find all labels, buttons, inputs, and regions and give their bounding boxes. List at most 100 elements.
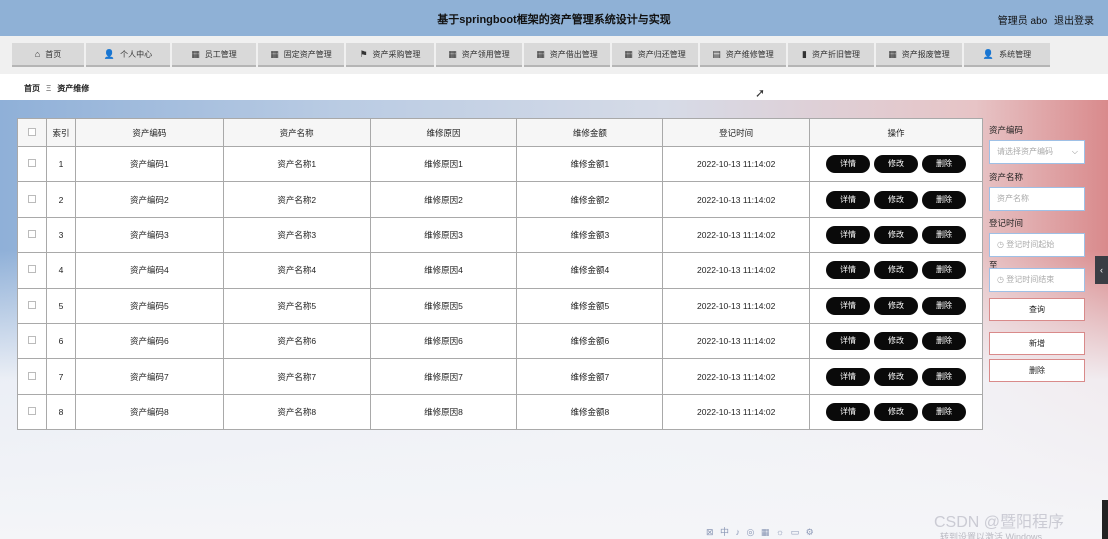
grid-icon: ▦ (270, 48, 279, 59)
cell-index: 2 (45, 181, 76, 218)
cell-amount: 维修金额4 (516, 252, 664, 289)
top-header: 基于springboot框架的资产管理系统设计与实现 管理员 abo 退出登录 (0, 0, 1108, 36)
delete-button[interactable]: 删除 (922, 402, 967, 421)
nav-item-0[interactable]: ⌂ 首页 (12, 43, 84, 67)
cell-name: 资产名称3 (222, 216, 371, 254)
delete-button[interactable]: 删除 (922, 261, 967, 280)
query-button[interactable]: 查询 (989, 298, 1085, 321)
nav-list: ⌂ 首页 👤 个人中心 ▦ 员工管理 ▦ 固定资产管理 ⚑ 资产采购管理 ▦ 资产领用管理 ▦ 资产借出管… (12, 43, 1052, 67)
table-row: 1 资产编码1 资产名称1 维修原因1 维修金额1 2022-10-13 11:14:02… (17, 145, 983, 183)
grid-icon: ▦ (888, 48, 897, 59)
detail-button[interactable]: 详情 (826, 402, 871, 421)
cell-amount: 维修金额2 (516, 181, 664, 218)
panel-toggle-handle[interactable]: ‹ (1095, 256, 1108, 284)
nav-item-7[interactable]: ▦ 资产归还管理 (612, 43, 698, 67)
cell-name: 资产名称6 (222, 322, 371, 360)
nav-item-1[interactable]: 👤 个人中心 (86, 43, 170, 67)
row-checkbox[interactable] (27, 406, 36, 415)
row-checkbox[interactable] (27, 229, 36, 238)
cell-index: 1 (45, 145, 76, 183)
breadcrumb-home[interactable]: 首页 (24, 84, 40, 93)
row-checkbox[interactable] (27, 300, 36, 309)
row-checkbox[interactable] (27, 265, 36, 274)
nav-item-8[interactable]: ▤ 资产维修管理 (700, 43, 786, 67)
cell-name: 资产名称4 (222, 252, 371, 289)
delete-button[interactable]: 删除 (922, 332, 967, 351)
edit-button[interactable]: 修改 (874, 402, 919, 421)
edit-button[interactable]: 修改 (874, 190, 919, 209)
delete-button[interactable]: 删除 (922, 155, 967, 174)
grid-icon: ▦ (191, 48, 200, 59)
nav-item-6[interactable]: ▦ 资产借出管理 (524, 43, 610, 67)
home-icon: ⌂ (34, 49, 41, 59)
column-header-reason: 维修原因 (369, 118, 518, 147)
select-all-checkbox[interactable] (27, 127, 36, 136)
nav-item-label: 资产报废管理 (901, 49, 950, 59)
row-select-cell (17, 252, 47, 289)
detail-button[interactable]: 详情 (826, 296, 871, 315)
detail-button[interactable]: 详情 (826, 155, 871, 174)
activate-windows-text: 转到设置以激活 Windows (940, 532, 1043, 539)
nav-item-2[interactable]: ▦ 员工管理 (172, 43, 256, 67)
cell-code: 资产编码2 (74, 181, 224, 218)
nav-item-5[interactable]: ▦ 资产领用管理 (436, 43, 522, 67)
cell-code: 资产编码6 (74, 322, 224, 360)
cell-name: 资产名称2 (222, 181, 371, 218)
row-checkbox[interactable] (27, 336, 36, 345)
row-select-cell (17, 216, 47, 254)
cell-time: 2022-10-13 11:14:02 (662, 145, 811, 183)
nav-item-10[interactable]: ▦ 资产报废管理 (876, 43, 962, 67)
logout-link[interactable]: 退出登录 (1054, 16, 1094, 27)
edit-button[interactable]: 修改 (874, 332, 919, 351)
asset-code-select[interactable]: 请选择资产编码 ⌵ (989, 140, 1085, 164)
user-area: 管理员 abo 退出登录 (994, 12, 1094, 27)
nav-item-label: 系统管理 (999, 49, 1032, 59)
row-checkbox[interactable] (27, 159, 36, 168)
row-checkbox[interactable] (27, 371, 36, 380)
detail-button[interactable]: 详情 (826, 261, 871, 280)
detail-button[interactable]: 详情 (826, 190, 871, 209)
table-row: 6 资产编码6 资产名称6 维修原因6 维修金额6 2022-10-13 11:14:02… (17, 322, 983, 360)
detail-button[interactable]: 详情 (826, 332, 871, 351)
cell-reason: 维修原因6 (369, 322, 518, 360)
edit-button[interactable]: 修改 (874, 296, 919, 315)
clock-icon: ◷ (997, 275, 1004, 284)
delete-button[interactable]: 删除 (922, 190, 967, 209)
delete-button[interactable]: 删除 (922, 296, 967, 315)
cell-index: 5 (45, 287, 76, 324)
time-end-input[interactable]: ◷ 登记时间结束 (989, 268, 1085, 292)
asset-name-placeholder: 资产名称 (997, 194, 1029, 203)
nav-item-3[interactable]: ▦ 固定资产管理 (258, 43, 344, 67)
window-edge-bar (1102, 500, 1108, 539)
main-nav: ⌂ 首页 👤 个人中心 ▦ 员工管理 ▦ 固定资产管理 ⚑ 资产采购管理 ▦ 资产领用管理 ▦ 资产借出管… (0, 36, 1108, 74)
edit-button[interactable]: 修改 (874, 225, 919, 244)
cell-reason: 维修原因1 (369, 145, 518, 183)
row-checkbox[interactable] (27, 194, 36, 203)
delete-button[interactable]: 删除 (922, 225, 967, 244)
cell-amount: 维修金额7 (516, 358, 664, 395)
clipboard-icon: ▤ (712, 48, 721, 59)
nav-item-4[interactable]: ⚑ 资产采购管理 (346, 43, 434, 67)
detail-button[interactable]: 详情 (826, 367, 871, 386)
edit-button[interactable]: 修改 (874, 155, 919, 174)
edit-button[interactable]: 修改 (874, 261, 919, 280)
detail-button[interactable]: 详情 (826, 225, 871, 244)
table-row: 3 资产编码3 资产名称3 维修原因3 维修金额3 2022-10-13 11:14:02… (17, 216, 983, 254)
column-header-actions: 操作 (809, 118, 983, 147)
table-row: 8 资产编码8 资产名称8 维修原因8 维修金额8 2022-10-13 11:14:02… (17, 393, 983, 431)
add-button[interactable]: 新增 (989, 332, 1085, 355)
row-select-cell (17, 181, 47, 218)
edit-button[interactable]: 修改 (874, 367, 919, 386)
delete-button[interactable]: 删除 (922, 367, 967, 386)
asset-name-input[interactable]: 资产名称 (989, 187, 1085, 211)
app-title: 基于springboot框架的资产管理系统设计与实现 (437, 14, 671, 26)
time-start-input[interactable]: ◷ 登记时间起始 (989, 233, 1085, 257)
cell-code: 资产编码7 (74, 358, 224, 395)
nav-item-9[interactable]: ▮ 资产折旧管理 (788, 43, 874, 67)
cell-index: 4 (45, 252, 76, 289)
cell-index: 3 (45, 216, 76, 254)
batch-delete-button[interactable]: 删除 (989, 359, 1085, 382)
nav-item-11[interactable]: 👤 系统管理 (964, 43, 1050, 67)
breadcrumb-separator-icon: Ξ (46, 84, 52, 93)
cell-actions: 详情 修改 删除 (809, 216, 983, 254)
